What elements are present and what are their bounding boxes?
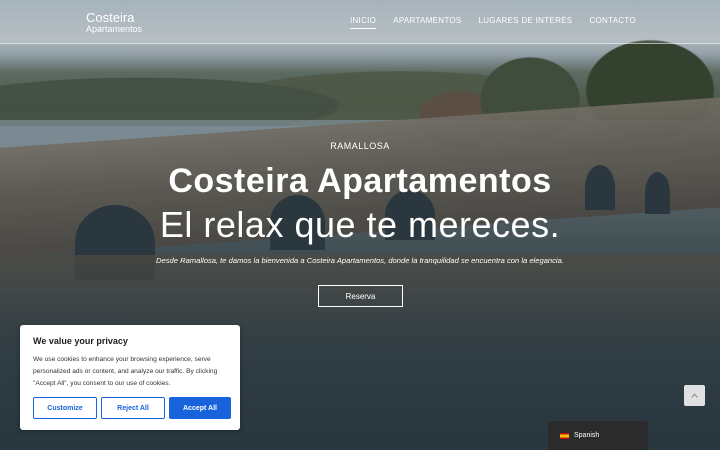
reject-all-button[interactable]: Reject All [101, 397, 165, 419]
cookie-consent-dialog: We value your privacy We use cookies to … [20, 325, 240, 430]
accept-all-button[interactable]: Accept All [169, 397, 231, 419]
hero-subtitle: El relax que te mereces. [159, 204, 561, 245]
reserve-button[interactable]: Reserva [318, 285, 403, 307]
site-logo[interactable]: Costeira Apartamentos [86, 11, 142, 34]
main-nav: INICIO APARTAMENTOS LUGARES DE INTERÉS C… [349, 16, 636, 29]
cookie-title: We value your privacy [33, 336, 128, 346]
cookie-text: We use cookies to enhance your browsing … [33, 356, 218, 387]
spain-flag-icon [560, 432, 569, 439]
scroll-to-top-button[interactable] [684, 385, 705, 406]
nav-item-apartamentos[interactable]: APARTAMENTOS [393, 16, 461, 29]
language-label: Spanish [574, 432, 600, 439]
chevron-up-icon [691, 393, 698, 398]
language-switcher[interactable]: Spanish [548, 421, 648, 450]
nav-item-contacto[interactable]: CONTACTO [589, 16, 636, 29]
hero-description: Desde Ramallosa, te damos la bienvenida … [156, 256, 564, 265]
cookie-buttons: Customize Reject All Accept All [33, 397, 231, 419]
customize-button[interactable]: Customize [33, 397, 97, 419]
nav-item-lugares[interactable]: LUGARES DE INTERÉS [479, 16, 573, 29]
logo-sub-text: Apartamentos [86, 24, 143, 34]
hero-title: Costeira Apartamentos [168, 162, 552, 200]
site-header: Costeira Apartamentos INICIO APARTAMENTO… [0, 0, 720, 44]
logo-main-text: Costeira [86, 10, 135, 25]
hero-eyebrow: RAMALLOSA [330, 141, 390, 151]
nav-item-inicio[interactable]: INICIO [349, 16, 377, 29]
